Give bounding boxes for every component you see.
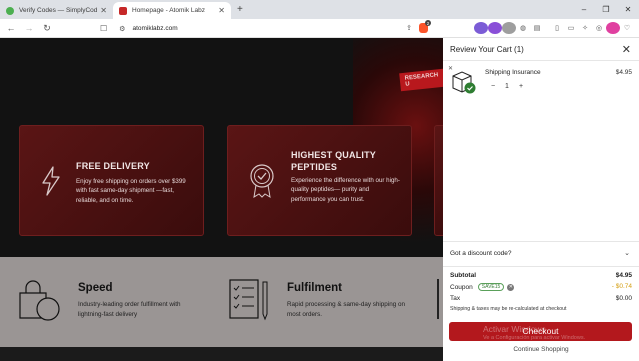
url-text[interactable]: atomiklabz.com [132, 25, 177, 32]
subtotal-row: Subtotal $4.95 [450, 272, 632, 279]
feature-text: Industry-leading order fulfillment with … [78, 301, 181, 318]
sparkle-icon[interactable]: ✧ [578, 22, 592, 34]
tax-label: Tax [450, 295, 461, 302]
tax-value: $0.00 [615, 295, 632, 302]
page-bottom-section [0, 347, 443, 361]
sidebar-icon[interactable]: ▯ [550, 22, 564, 34]
divider [443, 60, 639, 61]
website-page: RESEARCH U FREE DELIVERY Enjoy free ship… [0, 38, 443, 361]
divider [443, 266, 639, 267]
window-controls: – ❐ ✕ [573, 0, 639, 19]
card-text: Enjoy free shipping on orders over $399 … [76, 178, 186, 204]
subtotal-label: Subtotal [450, 272, 476, 279]
coupon-label: Coupon [450, 283, 473, 291]
tab-title: Verify Codes — SimplyCodes [19, 7, 98, 14]
remove-item-icon[interactable]: ✕ [448, 65, 453, 72]
extension-violet-icon[interactable] [488, 22, 502, 34]
checkout-button[interactable]: Checkout [449, 322, 632, 341]
extension-badge: 2 [425, 20, 431, 26]
cart-title: Review Your Cart (1) [450, 45, 524, 54]
close-window-icon[interactable]: ✕ [617, 5, 639, 14]
card-text: Experience the difference with our high-… [291, 177, 400, 203]
site-info-icon[interactable]: ⚙ [119, 25, 125, 33]
increase-quantity-button[interactable]: + [514, 83, 528, 90]
shipping-insurance-image: ✕ [448, 65, 477, 95]
bookmark-icon[interactable]: ☐ [100, 24, 107, 33]
card-free-delivery: FREE DELIVERY Enjoy free shipping on ord… [19, 125, 204, 236]
maximize-icon[interactable]: ❐ [595, 5, 617, 14]
tab-atomik-labz[interactable]: Homepage - Atomik Labz ✕ [113, 2, 231, 19]
tab-title: Homepage - Atomik Labz [132, 7, 205, 14]
item-price: $4.95 [615, 69, 632, 76]
card-partial [434, 125, 443, 236]
features-band: Speed Industry-leading order fulfillment… [0, 257, 443, 347]
shopping-bag-clock-icon [17, 280, 61, 327]
quality-badge-icon [248, 163, 276, 204]
simplycodes-favicon-icon [6, 6, 14, 15]
chat-bubble-icon[interactable]: ◍ [516, 22, 530, 34]
feature-title: Fulfilment [287, 282, 342, 294]
card-title: HIGHEST QUALITY PEPTIDES [291, 150, 376, 172]
wallet-icon[interactable]: ▭ [564, 22, 578, 34]
menu-icon[interactable]: ≡ [634, 22, 639, 34]
shipping-note: Shipping & taxes may be re-calculated at… [450, 306, 567, 312]
vpn-icon[interactable]: ◎ [592, 22, 606, 34]
cart-drawer: Review Your Cart (1) ✕ ✕ Shipping Insura… [443, 38, 639, 361]
remove-coupon-icon[interactable]: ✕ [507, 283, 515, 291]
chevron-down-icon[interactable]: ⌄ [624, 249, 630, 257]
tax-row: Tax $0.00 [450, 295, 632, 302]
divider [443, 241, 639, 242]
tab-bar: Verify Codes — SimplyCodes ✕ Homepage - … [0, 0, 639, 19]
reload-icon[interactable]: ↻ [40, 23, 54, 34]
card-title: FREE DELIVERY [76, 161, 150, 171]
feature-text: Rapid processing & same-day shipping on … [287, 301, 405, 318]
item-name: Shipping Insurance [485, 69, 541, 76]
tab-simplycodes[interactable]: Verify Codes — SimplyCodes ✕ [0, 2, 113, 19]
continue-shopping-link[interactable]: Continue Shopping [443, 346, 639, 353]
feature-title: Speed [78, 282, 113, 294]
card-highest-quality: HIGHEST QUALITY PEPTIDES Experience the … [227, 125, 412, 236]
back-arrow-icon[interactable]: ← [4, 23, 18, 33]
minimize-icon[interactable]: – [573, 5, 595, 14]
subtotal-value: $4.95 [615, 272, 632, 279]
partial-icon [437, 279, 439, 319]
translate-icon[interactable]: ▤ [530, 22, 544, 34]
profile-icon[interactable] [606, 22, 620, 34]
close-cart-icon[interactable]: ✕ [622, 43, 631, 56]
new-tab-plus-icon[interactable]: + [237, 4, 243, 15]
quantity-value: 1 [505, 83, 509, 90]
lightning-icon [40, 166, 62, 201]
discount-code-toggle[interactable]: Got a discount code? [450, 250, 511, 257]
quantity-stepper: − 1 + [486, 83, 528, 90]
decrease-quantity-button[interactable]: − [486, 83, 500, 90]
forward-arrow-icon[interactable]: → [22, 23, 36, 33]
heart-icon[interactable]: ♡ [620, 22, 634, 34]
coupon-row: Coupon SAVE15 ✕ - $0.74 [450, 283, 632, 291]
extension-grey-icon[interactable] [502, 22, 516, 34]
coupon-code: SAVE15 [481, 284, 501, 290]
atomik-favicon-icon [119, 6, 127, 15]
browser-toolbar: ← → ↻ ☐ ⚙ atomiklabz.com ⇪ 2 ◍ ▤ ▯ ▭ ✧ ◎… [0, 19, 639, 38]
extensions: ◍ ▤ ▯ ▭ ✧ ◎ ♡ ≡ [474, 22, 639, 34]
tab-close-icon[interactable]: ✕ [100, 6, 107, 15]
coupon-value: - $0.74 [611, 283, 632, 290]
tab-close-icon[interactable]: ✕ [218, 6, 225, 15]
address-bar[interactable]: ☐ ⚙ atomiklabz.com [100, 21, 440, 36]
checklist-pencil-icon [228, 278, 270, 327]
share-icon[interactable]: ⇪ [402, 22, 416, 34]
coupon-code-pill: SAVE15 [477, 283, 505, 291]
toolbar-actions: ⇪ 2 [402, 20, 431, 34]
brave-shield-icon[interactable]: 2 [416, 20, 431, 34]
extension-purple-icon[interactable] [474, 22, 488, 34]
